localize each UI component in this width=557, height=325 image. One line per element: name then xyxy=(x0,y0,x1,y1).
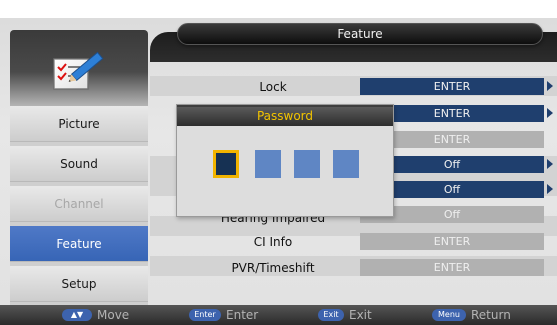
row-label-lock: Lock xyxy=(259,80,287,94)
row-label-pvr-timeshift: PVR/Timeshift xyxy=(231,261,315,275)
sidebar-item-channel: Channel xyxy=(10,186,148,222)
password-digit-1[interactable] xyxy=(213,150,239,178)
sidebar-item-feature[interactable]: Feature xyxy=(10,226,148,262)
help-label-move: Move xyxy=(97,308,130,322)
menu-key-icon: Menu xyxy=(432,309,466,321)
password-digit-4[interactable] xyxy=(333,150,359,178)
sidebar-item-sound[interactable]: Sound xyxy=(10,146,148,182)
chevron-right-icon[interactable] xyxy=(547,184,553,194)
chevron-right-icon[interactable] xyxy=(547,81,553,91)
help-label-exit: Exit xyxy=(349,308,372,322)
chevron-right-icon[interactable] xyxy=(547,159,553,169)
password-dialog-title: Password xyxy=(256,109,314,123)
page-title-bar: Feature xyxy=(177,23,543,45)
password-digit-3[interactable] xyxy=(294,150,320,178)
move-key-icon: ▲▼ xyxy=(62,309,92,321)
sidebar-item-picture[interactable]: Picture xyxy=(10,106,148,142)
checklist-pencil-icon xyxy=(53,51,104,90)
row-value-ci-info[interactable]: ENTER xyxy=(360,233,544,250)
page-title: Feature xyxy=(337,27,383,41)
password-digit-2[interactable] xyxy=(255,150,281,178)
password-dialog: Password xyxy=(176,104,394,217)
chevron-right-icon[interactable] xyxy=(547,108,553,118)
sidebar-item-setup[interactable]: Setup xyxy=(10,266,148,302)
help-label-enter: Enter xyxy=(226,308,259,322)
row-label-ci-info: CI Info xyxy=(253,235,293,249)
exit-key-icon: Exit xyxy=(318,309,344,321)
password-dialog-title-bar: Password xyxy=(177,105,393,126)
row-value-lock[interactable]: ENTER xyxy=(360,78,544,95)
help-label-return: Return xyxy=(471,308,511,322)
enter-key-icon: Enter xyxy=(189,309,221,321)
row-value-pvr-timeshift[interactable]: ENTER xyxy=(360,259,544,276)
